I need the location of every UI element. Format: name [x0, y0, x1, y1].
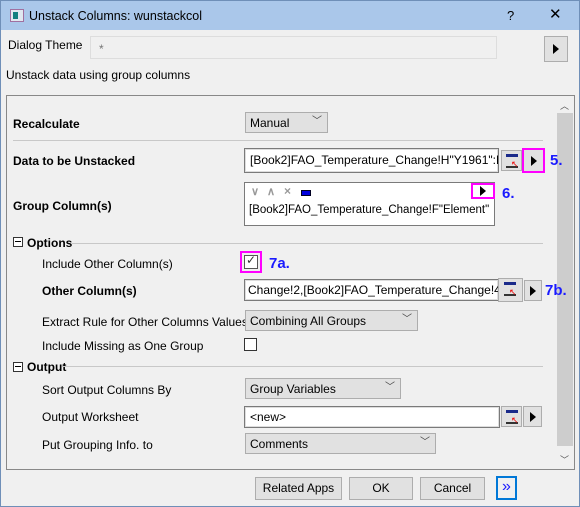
move-up-icon[interactable]: ∧ [267, 185, 275, 198]
output-worksheet-label: Output Worksheet [42, 410, 139, 424]
sort-label: Sort Output Columns By [42, 383, 172, 397]
app-icon [10, 9, 24, 22]
annotation-7b: 7b. [545, 282, 567, 299]
divider [72, 243, 543, 244]
dialog-theme-value: * [99, 42, 104, 56]
include-missing-checkbox[interactable] [244, 338, 257, 351]
annotation-6: 6. [502, 185, 515, 202]
sort-value: Group Variables [250, 382, 336, 396]
data-select-columns-button[interactable]: ↖ [501, 150, 522, 171]
annotation-5: 5. [550, 152, 563, 169]
chevron-down-icon: ﹀ [402, 314, 412, 325]
checkmark-icon: ✓ [246, 253, 257, 267]
column-picker-icon: ↖ [506, 410, 519, 425]
play-icon [529, 411, 536, 422]
output-collapse-icon[interactable] [13, 362, 23, 372]
data-input[interactable]: [Book2]FAO_Temperature_Change!H"Y1961":B… [244, 148, 499, 173]
group-arrow-button[interactable] [471, 183, 495, 199]
scroll-up-icon[interactable]: ︿ [560, 99, 569, 112]
chevron-down-icon: ﹀ [420, 437, 430, 448]
extract-rule-select[interactable]: Combining All Groups ﹀ [245, 310, 418, 331]
recalculate-value: Manual [250, 116, 290, 130]
grouping-value: Comments [250, 437, 309, 451]
other-columns-label: Other Column(s) [42, 284, 137, 298]
output-section-label: Output [27, 360, 67, 374]
annotation-7a: 7a. [269, 255, 290, 272]
scroll-down-icon[interactable]: ﹀ [560, 453, 569, 466]
output-worksheet-value: <new> [250, 410, 287, 424]
data-label: Data to be Unstacked [13, 154, 136, 168]
group-label: Group Column(s) [13, 199, 112, 213]
divider [13, 140, 543, 141]
output-worksheet-select-button[interactable]: ↖ [501, 406, 522, 427]
group-column-box[interactable]: ∨ ∧ × [Book2]FAO_Temperature_Change!F"El… [244, 182, 495, 226]
include-other-checkbox[interactable]: ✓ [244, 253, 258, 269]
group-value: [Book2]FAO_Temperature_Change!F"Element" [249, 204, 490, 216]
include-missing-label: Include Missing as One Group [42, 339, 204, 353]
dialog-theme-input[interactable]: * [90, 36, 497, 59]
output-worksheet-input[interactable]: <new> [244, 406, 500, 428]
play-icon [530, 155, 537, 166]
column-picker-icon: ↖ [504, 282, 517, 297]
chevron-down-icon: ﹀ [385, 382, 395, 393]
divider [62, 366, 543, 367]
other-columns-select-button[interactable]: ↖ [498, 278, 523, 302]
column-picker-icon: ↖ [506, 154, 519, 169]
close-button[interactable]: ✕ [549, 7, 562, 22]
grouping-label: Put Grouping Info. to [42, 438, 153, 452]
other-columns-value: Change!2,[Book2]FAO_Temperature_Change!4… [248, 283, 499, 297]
options-collapse-icon[interactable] [13, 237, 23, 247]
title-bar: Unstack Columns: wunstackcol ? ✕ [0, 0, 580, 30]
cancel-button[interactable]: Cancel [420, 477, 485, 500]
output-worksheet-arrow-button[interactable] [523, 406, 542, 427]
dialog-theme-arrow-button[interactable] [544, 36, 568, 62]
help-button[interactable]: ? [507, 9, 514, 23]
recalculate-label: Recalculate [13, 117, 80, 131]
other-columns-arrow-button[interactable] [524, 280, 542, 301]
remove-icon[interactable]: × [284, 184, 291, 198]
chevron-down-icon: ﹀ [312, 116, 322, 127]
recalculate-select[interactable]: Manual ﹀ [245, 112, 328, 133]
ok-button[interactable]: OK [349, 477, 413, 500]
data-value: [Book2]FAO_Temperature_Change!H"Y1961":B… [250, 153, 499, 167]
include-other-label: Include Other Column(s) [42, 257, 173, 271]
play-icon [553, 44, 559, 54]
sort-select[interactable]: Group Variables ﹀ [245, 378, 401, 399]
expand-button[interactable]: » [496, 476, 517, 500]
other-columns-input[interactable]: Change!2,[Book2]FAO_Temperature_Change!4… [244, 279, 499, 301]
data-arrow-button[interactable] [522, 148, 545, 173]
extract-rule-label: Extract Rule for Other Columns Values [42, 315, 248, 329]
related-apps-button[interactable]: Related Apps [255, 477, 342, 500]
color-icon[interactable] [301, 190, 311, 196]
window-title: Unstack Columns: wunstackcol [29, 9, 202, 23]
grouping-select[interactable]: Comments ﹀ [245, 433, 436, 454]
play-icon [480, 186, 486, 196]
extract-rule-value: Combining All Groups [250, 314, 367, 328]
description: Unstack data using group columns [6, 68, 191, 82]
play-icon [530, 285, 536, 296]
dialog-theme-label: Dialog Theme [8, 38, 83, 52]
options-section-label: Options [27, 236, 73, 250]
move-down-icon[interactable]: ∨ [251, 185, 259, 198]
